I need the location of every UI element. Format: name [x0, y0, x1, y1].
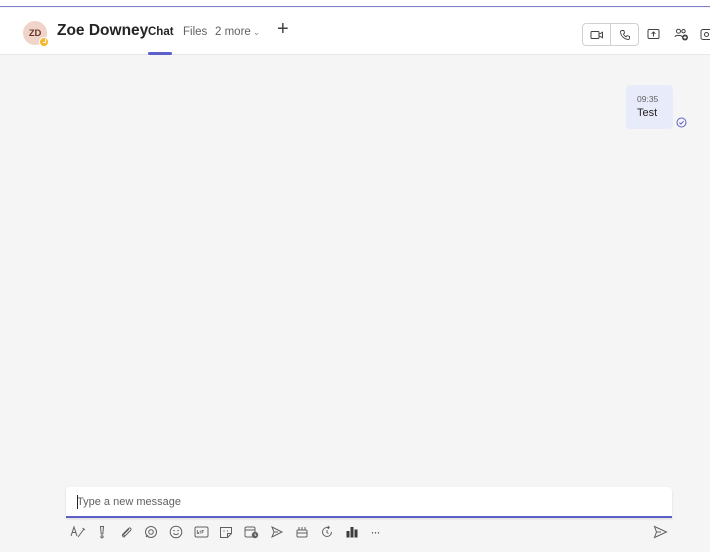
message-input[interactable]	[77, 494, 657, 510]
important-icon	[97, 525, 107, 539]
add-tab-button[interactable]: +	[277, 18, 289, 41]
chat-header: ZD Zoe Downey Chat Files 2 more ⌄ +	[0, 8, 710, 55]
praise-button[interactable]	[294, 524, 310, 540]
video-call-button[interactable]	[583, 24, 610, 45]
more-apps-button[interactable]	[700, 26, 710, 42]
message-timestamp: 09:35	[637, 94, 659, 104]
stream-icon	[270, 525, 284, 539]
more-options-button[interactable]: ···	[367, 524, 383, 540]
loop-icon	[144, 525, 158, 539]
add-people-icon	[674, 28, 689, 41]
audio-call-icon	[619, 29, 631, 41]
compose-box	[66, 487, 672, 518]
sticker-button[interactable]	[218, 524, 234, 540]
attach-button[interactable]	[118, 524, 134, 540]
loop-button[interactable]	[143, 524, 159, 540]
active-tab-indicator	[148, 52, 172, 55]
add-people-button[interactable]	[673, 26, 689, 42]
avatar-initials: ZD	[28, 27, 42, 39]
format-button[interactable]	[70, 524, 86, 540]
viva-button[interactable]	[344, 524, 360, 540]
schedule-meeting-button[interactable]	[243, 524, 259, 540]
updates-button[interactable]	[319, 524, 335, 540]
contact-name[interactable]: Zoe Downey	[57, 22, 148, 40]
message-text: Test	[637, 107, 658, 119]
stream-button[interactable]	[269, 524, 285, 540]
more-apps-icon	[700, 28, 710, 41]
important-button[interactable]	[94, 524, 110, 540]
gif-button[interactable]	[193, 524, 209, 540]
more-options-icon: ···	[370, 525, 381, 539]
emoji-button[interactable]	[168, 524, 184, 540]
send-icon	[653, 525, 668, 539]
share-screen-icon	[647, 28, 660, 40]
updates-icon	[320, 525, 334, 539]
share-screen-button[interactable]	[645, 26, 661, 42]
emoji-icon	[169, 525, 183, 539]
audio-call-button[interactable]	[610, 24, 638, 45]
window-top-strip	[0, 0, 710, 7]
tab-more-label: 2 more	[215, 26, 251, 38]
text-cursor	[77, 495, 78, 509]
format-icon	[70, 525, 86, 539]
gif-icon	[194, 526, 209, 538]
schedule-meeting-icon	[244, 525, 259, 539]
tab-more[interactable]: 2 more ⌄	[215, 26, 260, 38]
presence-away-icon	[39, 37, 49, 47]
viva-icon	[345, 525, 359, 539]
video-call-icon	[590, 29, 604, 41]
message-bubble[interactable]: 09:35 Test	[626, 85, 673, 129]
sticker-icon	[219, 525, 233, 539]
chevron-down-icon: ⌄	[252, 27, 261, 37]
tab-chat[interactable]: Chat	[148, 26, 174, 38]
tab-files[interactable]: Files	[183, 26, 207, 38]
read-receipt-icon	[676, 117, 687, 128]
send-button[interactable]	[651, 523, 669, 541]
call-button-group	[582, 23, 639, 46]
attach-icon	[119, 525, 133, 539]
praise-icon	[295, 525, 309, 539]
